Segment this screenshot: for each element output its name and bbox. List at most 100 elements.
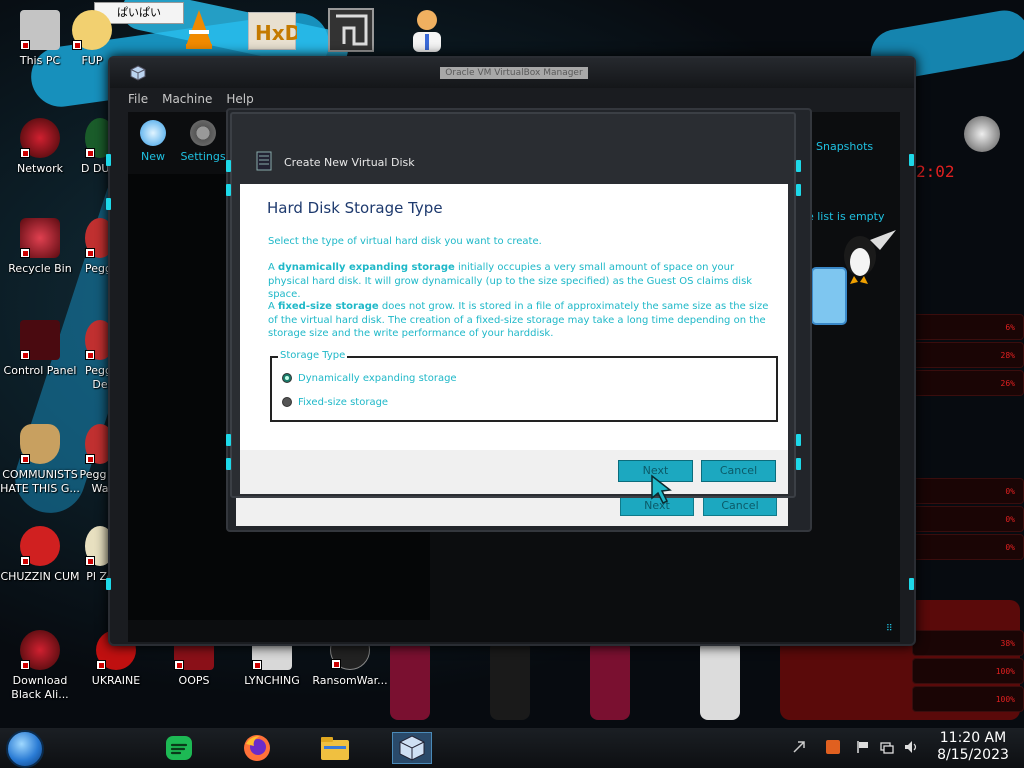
desktop-icon-label: Network (17, 162, 63, 175)
gadget-value: 100% (995, 667, 1015, 676)
recycle-bin-icon (20, 218, 60, 258)
flag-icon[interactable] (856, 740, 870, 754)
vlc-icon[interactable] (182, 8, 216, 50)
gear-icon (190, 120, 216, 146)
taskbar: 11:20 AM 8/15/2023 (0, 728, 1024, 768)
desktop-icon-chuzzin[interactable]: CHUZZIN CUM (0, 526, 80, 584)
gadget-value: 0% (1005, 515, 1015, 524)
alienware-logo-icon (964, 116, 1000, 152)
virtualbox-icon (130, 65, 146, 81)
virtualbox-icon (399, 735, 425, 761)
gadget-value: 26% (1000, 379, 1015, 388)
computer-icon (20, 10, 60, 50)
desktop-icon-communists[interactable]: COMMUNISTS HATE THIS G... (0, 424, 80, 496)
disk-wizard-icon (256, 151, 272, 171)
desktop-icon-label: This PC (19, 54, 61, 67)
page-title: Hard Disk Storage Type (267, 199, 443, 217)
toolbar: New Settings (128, 118, 228, 170)
file-explorer-icon[interactable] (318, 732, 352, 764)
outer-cancel-button[interactable]: Cancel (703, 496, 777, 516)
desktop-icon-network[interactable]: Network (0, 118, 80, 176)
hxd-icon[interactable]: HxD (248, 12, 301, 50)
storage-type-legend: Storage Type (278, 350, 348, 361)
firefox-icon[interactable] (240, 732, 274, 764)
gadget-meter: 38% (912, 630, 1024, 656)
dynamic-prefix: A (268, 262, 279, 273)
system-monitor-gadget: 2:02 6% 28% 26% 0% 0% 0% 38% 100% 100% (912, 88, 1024, 728)
virtualbox-taskbar-button[interactable] (392, 732, 432, 764)
gadget-meter: 0% (912, 478, 1024, 504)
desktop-icon-recycle-bin[interactable]: Recycle Bin (0, 218, 80, 276)
radio-unchecked-icon[interactable] (282, 397, 292, 407)
radio-dynamic-storage[interactable]: Dynamically expanding storage (282, 373, 457, 384)
penguin-mascot-icon (811, 230, 896, 325)
dialog-title: Create New Virtual Disk (284, 156, 415, 169)
dynamic-description: A dynamically expanding storage initiall… (268, 261, 778, 302)
control-panel-icon (20, 320, 60, 360)
snapshots-tab[interactable]: Snapshots (816, 140, 873, 153)
storage-type-group: Storage Type Dynamically expanding stora… (270, 350, 778, 422)
desktop-icon-label: Download Black Ali... (11, 674, 69, 701)
start-button[interactable] (6, 730, 44, 768)
menu-file[interactable]: File (128, 92, 148, 106)
maze-app-icon[interactable] (328, 8, 374, 52)
toolbar-new-label: New (141, 150, 165, 163)
toolbar-settings-button[interactable]: Settings (178, 118, 228, 163)
tray-clock[interactable]: 11:20 AM 8/15/2023 (928, 730, 1018, 764)
gadget-clock: 2:02 (916, 162, 955, 181)
radio-label: Fixed-size storage (298, 397, 389, 408)
menu-help[interactable]: Help (226, 92, 253, 106)
resize-grip[interactable]: ⠿ (886, 624, 893, 634)
toolbar-settings-label: Settings (180, 150, 226, 163)
empty-list-message: he list is empty (800, 210, 885, 223)
fixed-description: A fixed-size storage does not grow. It i… (268, 300, 778, 341)
toolbar-new-button[interactable]: New (128, 118, 178, 163)
window-titlebar[interactable]: Oracle VM VirtualBox Manager (110, 58, 914, 88)
gadget-meter: 100% (912, 658, 1024, 684)
desktop-icon-label: UKRAINE (91, 674, 141, 687)
gadget-meter: 6% (912, 314, 1024, 340)
radio-fixed-storage[interactable]: Fixed-size storage (282, 397, 388, 408)
gadget-meter: 26% (912, 370, 1024, 396)
gadget-meter: 0% (912, 534, 1024, 560)
tray-expand-icon[interactable] (792, 740, 806, 754)
gadget-meter: 0% (912, 506, 1024, 532)
cancel-button[interactable]: Cancel (701, 460, 776, 482)
network-tray-icon[interactable] (880, 740, 894, 754)
sticky-note-text: ぱいぱい (117, 6, 161, 19)
doctor-avatar-icon[interactable] (408, 6, 446, 52)
wallpaper-character-legs (380, 640, 800, 730)
spotify-icon[interactable] (162, 732, 196, 764)
gadget-meter: 100% (912, 686, 1024, 712)
gadget-value: 0% (1005, 543, 1015, 552)
desktop-icon-label: FUP (81, 54, 103, 67)
gadget-meter: 28% (912, 342, 1024, 368)
create-virtual-disk-dialog: Create New Virtual Disk Hard Disk Storag… (226, 112, 801, 498)
fixed-bold-term: fixed-size storage (278, 301, 379, 312)
dialog-body: Hard Disk Storage Type Select the type o… (240, 184, 788, 450)
svg-text:HxD: HxD (255, 21, 297, 45)
chuzzle-icon (20, 526, 60, 566)
cartoon-face-icon (72, 10, 112, 50)
desktop-icon-label: RansomWar... (312, 674, 388, 687)
intro-text: Select the type of virtual hard disk you… (268, 236, 542, 247)
desktop-icon-label: OOPS (178, 674, 210, 687)
clock-time: 11:20 AM (939, 730, 1007, 746)
radio-checked-icon[interactable] (282, 373, 292, 383)
fixed-prefix: A (268, 301, 279, 312)
menu-machine[interactable]: Machine (162, 92, 212, 106)
clock-date: 8/15/2023 (937, 747, 1009, 763)
money-bag-icon (20, 424, 60, 464)
gadget-value: 6% (1005, 323, 1015, 332)
tray-app-icon[interactable] (826, 740, 840, 754)
dynamic-bold-term: dynamically expanding storage (278, 262, 455, 273)
desktop-icon-label: Recycle Bin (8, 262, 72, 275)
alienware-icon (20, 630, 60, 670)
desktop-icon-control-panel[interactable]: Control Panel (0, 320, 80, 378)
volume-icon[interactable] (904, 740, 918, 754)
desktop-icon-download-black[interactable]: Download Black Ali... (0, 630, 80, 702)
gadget-value: 38% (1000, 639, 1015, 648)
mouse-cursor-icon (651, 474, 672, 504)
gadget-value: 0% (1005, 487, 1015, 496)
desktop-icon-label: COMMUNISTS HATE THIS G... (0, 468, 80, 495)
